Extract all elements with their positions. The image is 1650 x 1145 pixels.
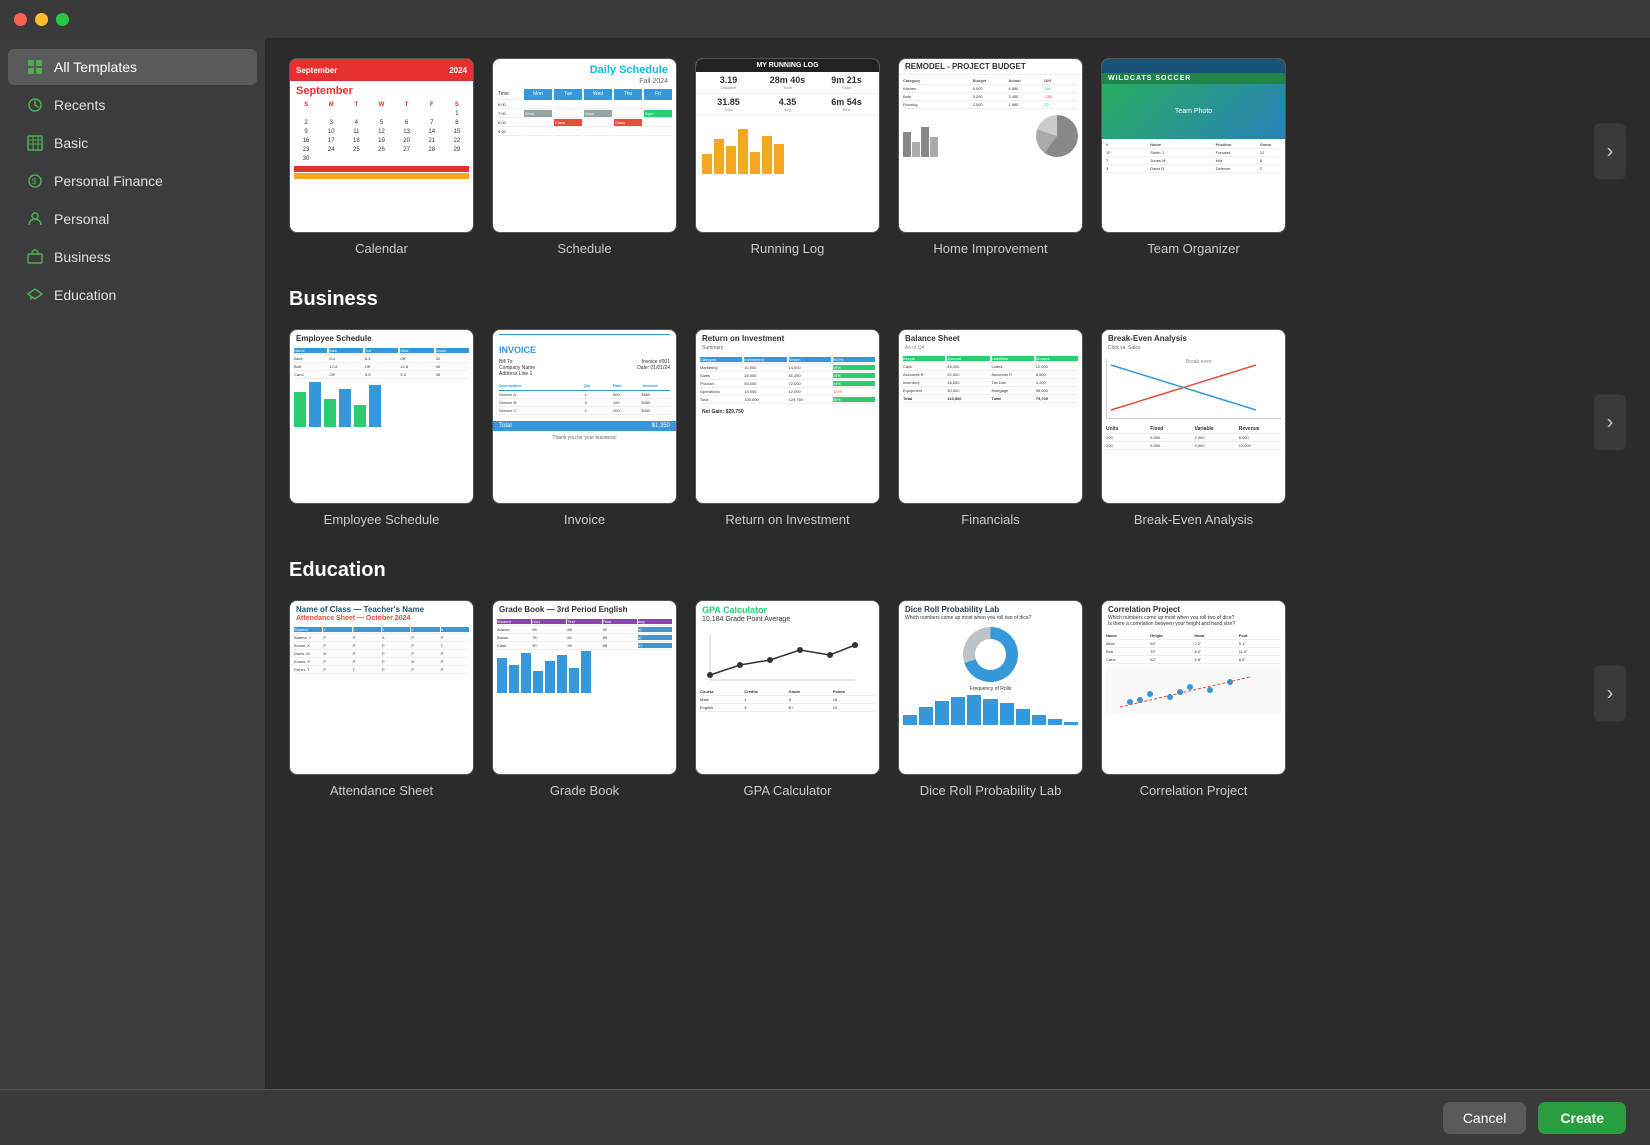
template-card-attendance[interactable]: Name of Class — Teacher's Name Attendanc… bbox=[289, 600, 474, 798]
home-improvement-label: Home Improvement bbox=[933, 241, 1047, 256]
sidebar-label-all-templates: All Templates bbox=[54, 59, 137, 75]
sidebar-item-basic[interactable]: Basic bbox=[8, 125, 257, 161]
invoice-label: Invoice bbox=[564, 512, 605, 527]
schedule-thumbnail: Daily Schedule Fall 2024 Time Mon Tue We… bbox=[492, 58, 677, 233]
graduation-icon bbox=[26, 286, 44, 304]
sidebar-label-education: Education bbox=[54, 287, 116, 303]
team-organizer-thumbnail: WILDCATS SOCCER Team Photo # Name Positi… bbox=[1101, 58, 1286, 233]
employee-schedule-label: Employee Schedule bbox=[324, 512, 440, 527]
template-card-dice-probability[interactable]: Dice Roll Probability Lab Which numbers … bbox=[898, 600, 1083, 798]
employee-schedule-thumbnail: Employee Schedule Name Mon Tue Wed Hours bbox=[289, 329, 474, 504]
briefcase-icon bbox=[26, 248, 44, 266]
break-even-thumbnail: Break-Even Analysis Click vs. Sales Brea… bbox=[1101, 329, 1286, 504]
minimize-button[interactable] bbox=[35, 13, 48, 26]
sidebar-item-education[interactable]: Education bbox=[8, 277, 257, 313]
sidebar-label-recents: Recents bbox=[54, 97, 105, 113]
dice-probability-label: Dice Roll Probability Lab bbox=[920, 783, 1062, 798]
bottom-bar: Cancel Create bbox=[0, 1089, 1650, 1145]
personal-scroll-right[interactable]: › bbox=[1594, 123, 1626, 179]
running-log-thumbnail: MY RUNNING LOG 3.19Distance 28m 40sTime … bbox=[695, 58, 880, 233]
grade-book-label: Grade Book bbox=[550, 783, 619, 798]
leaf-icon: $ bbox=[26, 172, 44, 190]
business-section-title: Business bbox=[289, 288, 1626, 311]
sidebar-item-recents[interactable]: Recents bbox=[8, 87, 257, 123]
business-scroll-right[interactable]: › bbox=[1594, 394, 1626, 450]
home-improvement-thumbnail: REMODEL - PROJECT BUDGET Category Budget… bbox=[898, 58, 1083, 233]
app-body: All Templates Recents bbox=[0, 38, 1650, 1089]
maximize-button[interactable] bbox=[56, 13, 69, 26]
sidebar: All Templates Recents bbox=[0, 38, 265, 1089]
clock-icon bbox=[26, 96, 44, 114]
education-scroll-right[interactable]: › bbox=[1594, 665, 1626, 721]
schedule-label: Schedule bbox=[557, 241, 611, 256]
financials-thumbnail: Balance Sheet As of Q4 Assets Amount Lia… bbox=[898, 329, 1083, 504]
template-card-invoice[interactable]: INVOICE Bill To:Company NameAddress Line… bbox=[492, 329, 677, 527]
gpa-calculator-label: GPA Calculator bbox=[744, 783, 832, 798]
grid-icon bbox=[26, 58, 44, 76]
education-templates-row: Name of Class — Teacher's Name Attendanc… bbox=[289, 600, 1626, 798]
team-organizer-label: Team Organizer bbox=[1147, 241, 1239, 256]
education-templates-wrapper: Name of Class — Teacher's Name Attendanc… bbox=[289, 600, 1626, 798]
person-icon bbox=[26, 210, 44, 228]
template-card-correlation[interactable]: Correlation Project Which numbers come u… bbox=[1101, 600, 1286, 798]
correlation-thumbnail: Correlation Project Which numbers come u… bbox=[1101, 600, 1286, 775]
business-templates-wrapper: Employee Schedule Name Mon Tue Wed Hours bbox=[289, 329, 1626, 527]
break-even-label: Break-Even Analysis bbox=[1134, 512, 1253, 527]
table-icon bbox=[26, 134, 44, 152]
template-card-roi[interactable]: Return on Investment Summary Category In… bbox=[695, 329, 880, 527]
template-card-home-improvement[interactable]: REMODEL - PROJECT BUDGET Category Budget… bbox=[898, 58, 1083, 256]
template-card-break-even[interactable]: Break-Even Analysis Click vs. Sales Brea… bbox=[1101, 329, 1286, 527]
template-card-gpa-calculator[interactable]: GPA Calculator 10,184 Grade Point Averag… bbox=[695, 600, 880, 798]
grade-book-thumbnail: Grade Book — 3rd Period English Student … bbox=[492, 600, 677, 775]
sidebar-label-basic: Basic bbox=[54, 135, 88, 151]
cancel-button[interactable]: Cancel bbox=[1443, 1102, 1527, 1134]
sidebar-label-personal-finance: Personal Finance bbox=[54, 173, 163, 189]
calendar-thumbnail: September2024 September SMT WTF S 1 234 bbox=[289, 58, 474, 233]
sidebar-item-business[interactable]: Business bbox=[8, 239, 257, 275]
personal-templates-section: September2024 September SMT WTF S 1 234 bbox=[289, 58, 1626, 256]
template-card-running-log[interactable]: MY RUNNING LOG 3.19Distance 28m 40sTime … bbox=[695, 58, 880, 256]
content-area: September2024 September SMT WTF S 1 234 bbox=[265, 38, 1650, 1089]
sidebar-item-personal[interactable]: Personal bbox=[8, 201, 257, 237]
svg-text:$: $ bbox=[32, 177, 37, 186]
attendance-label: Attendance Sheet bbox=[330, 783, 433, 798]
roi-thumbnail: Return on Investment Summary Category In… bbox=[695, 329, 880, 504]
calendar-label: Calendar bbox=[355, 241, 408, 256]
education-section-title: Education bbox=[289, 559, 1626, 582]
close-button[interactable] bbox=[14, 13, 27, 26]
template-card-schedule[interactable]: Daily Schedule Fall 2024 Time Mon Tue We… bbox=[492, 58, 677, 256]
attendance-thumbnail: Name of Class — Teacher's Name Attendanc… bbox=[289, 600, 474, 775]
education-section: Education Name of Class — Teacher's Name… bbox=[289, 559, 1626, 798]
create-button[interactable]: Create bbox=[1538, 1102, 1626, 1134]
svg-text:Break-even: Break-even bbox=[1186, 359, 1212, 365]
financials-label: Financials bbox=[961, 512, 1020, 527]
personal-templates-row: September2024 September SMT WTF S 1 234 bbox=[289, 58, 1626, 256]
gpa-calculator-thumbnail: GPA Calculator 10,184 Grade Point Averag… bbox=[695, 600, 880, 775]
business-templates-row: Employee Schedule Name Mon Tue Wed Hours bbox=[289, 329, 1626, 527]
titlebar bbox=[0, 0, 1650, 38]
running-log-label: Running Log bbox=[751, 241, 825, 256]
business-section: Business Employee Schedule Name Mon bbox=[289, 288, 1626, 527]
sidebar-item-personal-finance[interactable]: $ Personal Finance bbox=[8, 163, 257, 199]
template-card-financials[interactable]: Balance Sheet As of Q4 Assets Amount Lia… bbox=[898, 329, 1083, 527]
template-card-employee-schedule[interactable]: Employee Schedule Name Mon Tue Wed Hours bbox=[289, 329, 474, 527]
invoice-thumbnail: INVOICE Bill To:Company NameAddress Line… bbox=[492, 329, 677, 504]
correlation-label: Correlation Project bbox=[1140, 783, 1248, 798]
template-card-grade-book[interactable]: Grade Book — 3rd Period English Student … bbox=[492, 600, 677, 798]
sidebar-item-all-templates[interactable]: All Templates bbox=[8, 49, 257, 85]
sidebar-label-personal: Personal bbox=[54, 211, 109, 227]
dice-probability-thumbnail: Dice Roll Probability Lab Which numbers … bbox=[898, 600, 1083, 775]
template-card-team-organizer[interactable]: WILDCATS SOCCER Team Photo # Name Positi… bbox=[1101, 58, 1286, 256]
roi-label: Return on Investment bbox=[725, 512, 849, 527]
template-card-calendar[interactable]: September2024 September SMT WTF S 1 234 bbox=[289, 58, 474, 256]
sidebar-label-business: Business bbox=[54, 249, 111, 265]
